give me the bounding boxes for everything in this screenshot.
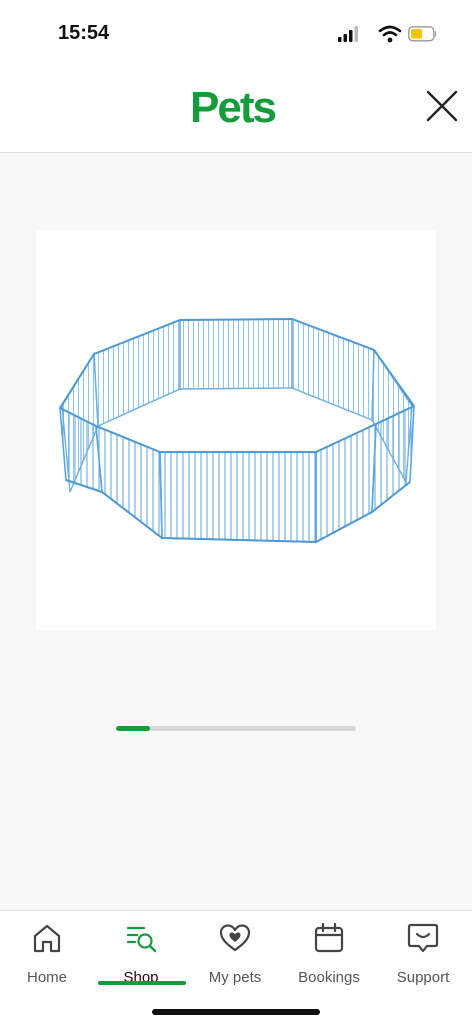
nav-item-home[interactable]: Home [0, 921, 94, 997]
nav-item-support[interactable]: Support [376, 921, 470, 997]
status-time: 15:54 [58, 22, 110, 44]
nav-label-bookings: Bookings [298, 969, 360, 986]
nav-item-bookings[interactable]: Bookings [282, 921, 376, 997]
chat-support-icon [407, 923, 439, 953]
nav-label-home: Home [26, 969, 67, 986]
nav-label-my-pets: My pets [208, 969, 262, 986]
status-bar: 15:54 [0, 0, 472, 64]
bottom-nav: Home Shop My pets Bookings Support [0, 910, 472, 1024]
heart-icon [219, 924, 251, 952]
wifi-icon [378, 25, 402, 43]
signal-icon [338, 26, 358, 42]
pet-playpen-image [59, 317, 415, 544]
nav-item-shop[interactable]: Shop [94, 921, 188, 997]
playpen-front-panels [59, 404, 415, 544]
shop-search-icon [126, 926, 157, 953]
close-button[interactable] [426, 86, 458, 126]
carousel-progress-fill [116, 726, 150, 731]
calendar-icon [314, 922, 344, 953]
nav-label-support: Support [396, 969, 450, 986]
pets-logo[interactable]: Pets [190, 84, 277, 132]
battery-icon [408, 26, 436, 42]
home-icon [33, 924, 61, 953]
close-icon [426, 90, 458, 122]
carousel-progress-bar [116, 726, 356, 731]
active-tab-indicator [98, 981, 186, 985]
nav-item-my-pets[interactable]: My pets [188, 921, 282, 997]
home-indicator-bar [152, 1009, 320, 1015]
app-header: Pets [0, 64, 472, 153]
product-image[interactable] [36, 230, 436, 630]
status-icons [336, 24, 436, 44]
